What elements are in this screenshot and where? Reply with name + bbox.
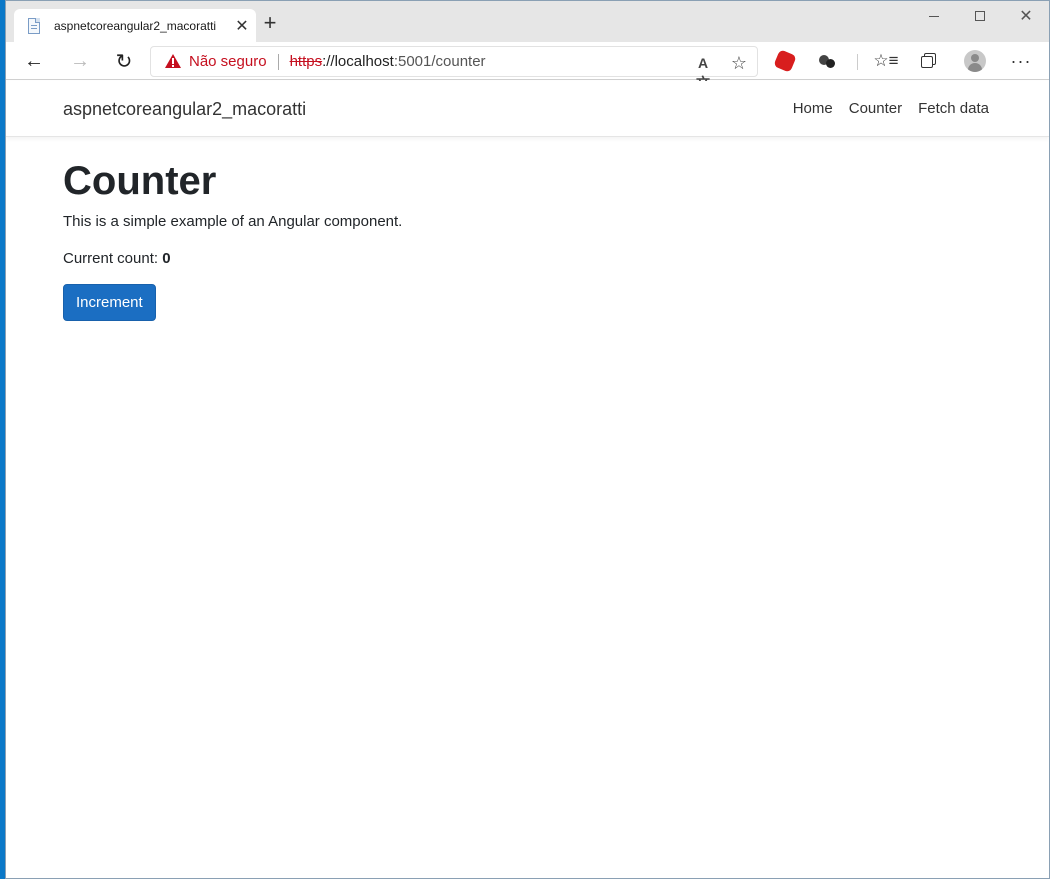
forward-arrow-icon[interactable]: → [64, 46, 96, 76]
warning-icon[interactable] [165, 54, 181, 69]
increment-button[interactable]: Increment [63, 284, 156, 321]
app-navbar: aspnetcoreangular2_macoratti Home Counte… [6, 81, 1049, 137]
nav-link-fetch-data[interactable]: Fetch data [918, 100, 989, 117]
count-value: 0 [162, 250, 171, 267]
browser-window: aspnetcoreangular2_macoratti ✕ + ✕ ← → ↻… [5, 0, 1050, 879]
page-icon [26, 18, 42, 34]
nav-link-home[interactable]: Home [793, 100, 833, 117]
new-tab-icon[interactable]: + [258, 11, 282, 35]
minimize-button[interactable] [911, 1, 957, 31]
nav-links: Home Counter Fetch data [793, 100, 989, 117]
close-window-button[interactable]: ✕ [1003, 1, 1049, 31]
more-options-icon[interactable]: ··· [1009, 50, 1033, 72]
current-count: Current count: 0 [63, 250, 402, 267]
star-icon[interactable]: ☆ [729, 53, 749, 73]
app-brand[interactable]: aspnetcoreangular2_macoratti [63, 99, 306, 120]
tab-title: aspnetcoreangular2_macoratti [54, 19, 217, 33]
web-page: aspnetcoreangular2_macoratti Home Counte… [6, 81, 1049, 878]
nav-link-counter[interactable]: Counter [849, 100, 902, 117]
title-bar: aspnetcoreangular2_macoratti ✕ + ✕ [6, 1, 1049, 43]
toolbar-divider [857, 54, 858, 70]
page-description: This is a simple example of an Angular c… [63, 213, 403, 230]
profile-avatar-icon[interactable] [963, 50, 987, 72]
count-label: Current count: [63, 250, 163, 267]
browser-tab[interactable]: aspnetcoreangular2_macoratti ✕ [14, 9, 256, 43]
favorites-list-icon[interactable]: ☆≡ [873, 50, 898, 72]
address-bar[interactable]: Não seguro https ://localhost :5001/coun… [150, 46, 758, 91]
page-title: Counter [63, 159, 217, 203]
maximize-button[interactable] [957, 1, 1003, 31]
translate-icon[interactable]: A文 [693, 53, 713, 91]
url-text[interactable]: https ://localhost :5001/counter [290, 53, 486, 70]
close-tab-icon[interactable]: ✕ [228, 16, 256, 36]
back-arrow-icon[interactable]: ← [18, 46, 50, 76]
url-path: :5001/counter [393, 53, 486, 70]
adblock-icon[interactable] [773, 49, 797, 73]
main-content: Counter This is a simple example of an A… [63, 157, 402, 321]
security-status[interactable]: Não seguro [189, 53, 267, 70]
collections-icon[interactable] [919, 50, 943, 72]
url-scheme: https [289, 53, 323, 70]
browser-toolbar: ← → ↻ Não seguro https ://localhost :500… [6, 42, 1049, 91]
refresh-icon[interactable]: ↻ [108, 46, 140, 76]
extension-icon[interactable] [816, 50, 840, 72]
url-host: ://localhost [322, 53, 394, 70]
address-divider [277, 53, 279, 70]
